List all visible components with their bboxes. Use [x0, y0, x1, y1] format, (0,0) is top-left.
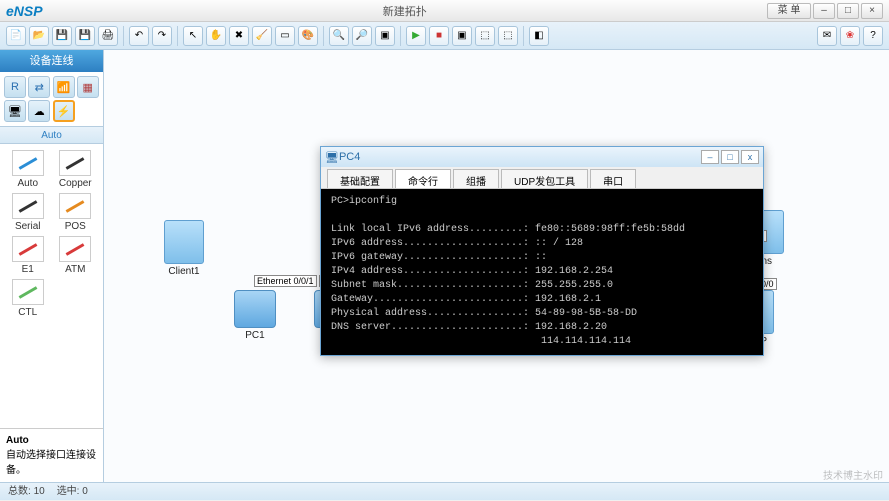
pc4-tab-serial[interactable]: 串口 [590, 169, 636, 188]
tool-serial[interactable]: Serial [6, 193, 50, 232]
pc4-tab-multicast[interactable]: 组播 [453, 169, 499, 188]
statusbar: 总数: 10 选中: 0 [0, 482, 889, 500]
maximize-button[interactable]: □ [837, 3, 859, 19]
tool-undo-icon[interactable]: ↶ [129, 26, 149, 46]
link-tool-grid: Auto Copper Serial POS E1 ATM CTL [0, 144, 103, 324]
tool-new-icon[interactable]: 📄 [6, 26, 26, 46]
device-wlan-icon[interactable]: 📶 [53, 76, 75, 98]
tool-capture-icon[interactable]: ▣ [452, 26, 472, 46]
iface-label: Ethernet 0/0/1 [254, 275, 317, 287]
pc4-title-icon: 🖥 [325, 151, 339, 164]
pc4-titlebar[interactable]: 🖥 PC4 – □ x [321, 147, 763, 167]
sidebar: 设备连线 R ⇄ 📶 ▦ 🖥 ☁ ⚡ Auto Auto Copper Seri… [0, 50, 104, 482]
pc4-tab-basic[interactable]: 基础配置 [327, 169, 393, 188]
tool-broom-icon[interactable]: 🧹 [252, 26, 272, 46]
device-switch-icon[interactable]: ⇄ [28, 76, 50, 98]
tool-copper[interactable]: Copper [54, 150, 98, 189]
device-pc-icon[interactable]: 🖥 [4, 100, 26, 122]
sidebar-hint: Auto 自动选择接口连接设备。 [0, 428, 103, 482]
tool-fit-icon[interactable]: ▣ [375, 26, 395, 46]
tool-save-icon[interactable]: 💾 [52, 26, 72, 46]
tool-open-icon[interactable]: 📂 [29, 26, 49, 46]
topology-canvas[interactable]: Client1 PC1 PC2 PC3 PC4 dns HTTP Etherne… [104, 50, 889, 482]
pc4-minimize-button[interactable]: – [701, 150, 719, 164]
tool-zoomin-icon[interactable]: 🔍 [329, 26, 349, 46]
pc4-tab-cli[interactable]: 命令行 [395, 169, 451, 188]
tool-saveas-icon[interactable]: 💾 [75, 26, 95, 46]
tool-zoomout-icon[interactable]: 🔎 [352, 26, 372, 46]
tool-pointer-icon[interactable]: ↖ [183, 26, 203, 46]
device-router-icon[interactable]: R [4, 76, 26, 98]
tool-auto[interactable]: Auto [6, 150, 50, 189]
tool-msg-icon[interactable]: ✉ [817, 26, 837, 46]
sidebar-header: 设备连线 [0, 50, 103, 72]
tool-a-icon[interactable]: ⬚ [475, 26, 495, 46]
close-button[interactable]: × [861, 3, 883, 19]
pc4-close-button[interactable]: x [741, 150, 759, 164]
pc4-window[interactable]: 🖥 PC4 – □ x 基础配置 命令行 组播 UDP发包工具 串口 PC>ip… [320, 146, 764, 356]
tool-c-icon[interactable]: ◧ [529, 26, 549, 46]
app-logo: eNSP [6, 3, 43, 19]
tool-text-icon[interactable]: ▭ [275, 26, 295, 46]
tool-huawei-icon[interactable]: ❀ [840, 26, 860, 46]
titlebar: eNSP 新建拓扑 菜 单 – □ × [0, 0, 889, 22]
window-title: 新建拓扑 [43, 3, 767, 19]
pc4-tab-udp[interactable]: UDP发包工具 [501, 169, 588, 188]
tool-redo-icon[interactable]: ↷ [152, 26, 172, 46]
node-pc1[interactable]: PC1 [234, 290, 276, 341]
tool-pos[interactable]: POS [54, 193, 98, 232]
tool-stop-icon[interactable]: ■ [429, 26, 449, 46]
watermark: 技术博主水印 [823, 467, 883, 482]
device-cloud-icon[interactable]: ☁ [28, 100, 50, 122]
toolbar: 📄 📂 💾 💾 🖨 ↶ ↷ ↖ ✋ ✖ 🧹 ▭ 🎨 🔍 🔎 ▣ ▶ ■ ▣ ⬚ … [0, 22, 889, 50]
tool-palette-icon[interactable]: 🎨 [298, 26, 318, 46]
tool-print-icon[interactable]: 🖨 [98, 26, 118, 46]
menu-button[interactable]: 菜 单 [767, 3, 811, 19]
device-category-grid: R ⇄ 📶 ▦ 🖥 ☁ ⚡ [0, 72, 103, 126]
tool-help-icon[interactable]: ? [863, 26, 883, 46]
node-client1[interactable]: Client1 [164, 220, 204, 277]
tool-b-icon[interactable]: ⬚ [498, 26, 518, 46]
tool-atm[interactable]: ATM [54, 236, 98, 275]
pc4-maximize-button[interactable]: □ [721, 150, 739, 164]
hint-title: Auto [6, 435, 97, 446]
sidebar-section-header: Auto [0, 126, 103, 144]
pc4-tabs: 基础配置 命令行 组播 UDP发包工具 串口 [321, 167, 763, 189]
device-firewall-icon[interactable]: ▦ [77, 76, 99, 98]
tool-delete-icon[interactable]: ✖ [229, 26, 249, 46]
tool-start-icon[interactable]: ▶ [406, 26, 426, 46]
tool-ctl[interactable]: CTL [6, 279, 50, 318]
device-link-icon[interactable]: ⚡ [53, 100, 75, 122]
hint-body: 自动选择接口连接设备。 [6, 450, 96, 476]
pc4-title-text: PC4 [339, 151, 699, 163]
tool-e1[interactable]: E1 [6, 236, 50, 275]
pc4-terminal[interactable]: PC>ipconfig Link local IPv6 address.....… [321, 189, 763, 355]
tool-pan-icon[interactable]: ✋ [206, 26, 226, 46]
minimize-button[interactable]: – [813, 3, 835, 19]
